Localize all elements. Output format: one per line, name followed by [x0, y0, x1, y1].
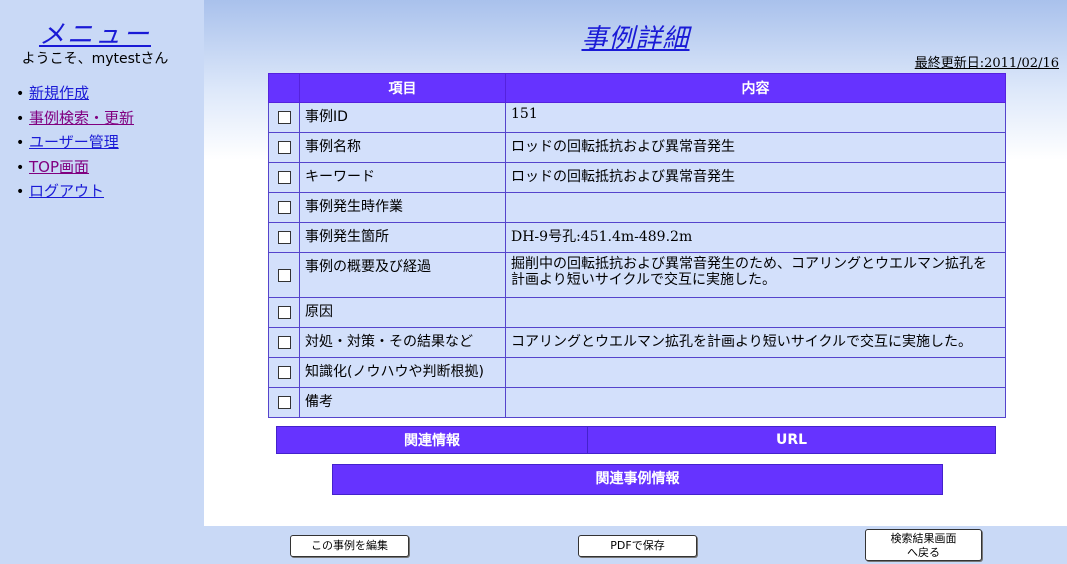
row-content: 掘削中の回転抵抗および異常音発生のため、コアリングとウエルマン拡孔を計画より短い… [505, 252, 1006, 298]
row-content [505, 192, 1006, 223]
row-checkbox[interactable] [277, 231, 291, 244]
row-checkbox-cell [268, 132, 300, 163]
checkbox-header [268, 73, 300, 103]
page-title: 事例詳細 [581, 24, 690, 54]
row-content: コアリングとウエルマン拡孔を計画より短いサイクルで交互に実施した。 [505, 327, 1006, 358]
row-item: 備考 [299, 387, 506, 418]
sidebar: メニュー ようこそ、mytestさん • 新規作成 • 事例検索・更新 • ユーザー管… [0, 0, 204, 526]
row-content: 151 [505, 102, 1006, 133]
back-to-results-button[interactable]: 検索結果画面 へ戻る [865, 529, 982, 561]
main-content: 事例詳細 最終更新日:2011/02/16 項目 内容 事例ID 151 事例名… [204, 0, 1067, 526]
related-info-header: 関連情報 [276, 426, 588, 454]
menu-item-new: • 新規作成 [16, 82, 134, 107]
related-header-row: 関連情報 URL [276, 426, 996, 454]
save-pdf-button[interactable]: PDFで保存 [578, 535, 697, 557]
table-row: 事例ID 151 [268, 102, 1006, 133]
row-checkbox-cell [268, 102, 300, 133]
menu-item-users: • ユーザー管理 [16, 131, 134, 156]
table-row: キーワード ロッドの回転抵抗および異常音発生 [268, 162, 1006, 193]
table-row: 原因 [268, 297, 1006, 328]
row-item: 原因 [299, 297, 506, 328]
table-row: 事例名称 ロッドの回転抵抗および異常音発生 [268, 132, 1006, 163]
welcome-text: ようこそ、mytestさん [21, 51, 169, 67]
row-checkbox[interactable] [277, 306, 291, 319]
content-header: 内容 [505, 73, 1006, 103]
row-content [505, 357, 1006, 388]
row-checkbox[interactable] [277, 336, 291, 349]
menu-item-top: • TOP画面 [16, 156, 134, 181]
table-row: 備考 [268, 387, 1006, 418]
row-checkbox[interactable] [277, 171, 291, 184]
menu-title: メニュー [38, 20, 151, 50]
row-checkbox[interactable] [277, 268, 291, 282]
table-row: 事例発生時作業 [268, 192, 1006, 223]
row-checkbox[interactable] [277, 141, 291, 154]
row-checkbox-cell [268, 192, 300, 223]
item-header: 項目 [299, 73, 506, 103]
bullet-icon: • [16, 110, 25, 127]
row-checkbox-cell [268, 252, 300, 298]
last-updated-date: 最終更新日:2011/02/16 [914, 56, 1059, 71]
table-row: 知識化(ノウハウや判断根拠) [268, 357, 1006, 388]
table-row: 事例の概要及び経過 掘削中の回転抵抗および異常音発生のため、コアリングとウエルマ… [268, 252, 1006, 298]
menu-link-logout[interactable]: ログアウト [29, 182, 104, 200]
menu-item-logout: • ログアウト [16, 180, 134, 205]
back-button-line1: 検索結果画面 [890, 532, 957, 545]
back-button-line2: へ戻る [907, 546, 940, 559]
bullet-icon: • [16, 135, 25, 151]
row-item: 事例ID [299, 102, 506, 133]
bullet-icon: • [16, 184, 25, 200]
edit-case-button[interactable]: この事例を編集 [290, 535, 409, 557]
table-row: 対処・対策・その結果など コアリングとウエルマン拡孔を計画より短いサイクルで交互… [268, 327, 1006, 358]
row-content [505, 297, 1006, 328]
row-checkbox-cell [268, 222, 300, 253]
row-content [505, 387, 1006, 418]
menu-item-search: • 事例検索・更新 [16, 107, 134, 132]
case-detail-table: 項目 内容 事例ID 151 事例名称 ロッドの回転抵抗および異常音発生 キーワ… [268, 73, 1006, 418]
row-item: キーワード [299, 162, 506, 193]
related-info-table: 関連情報 URL [276, 426, 996, 454]
row-checkbox[interactable] [277, 396, 291, 409]
row-content: DH-9号孔:451.4m-489.2m [505, 222, 1006, 253]
related-cases-header: 関連事例情報 [332, 464, 943, 495]
row-item: 対処・対策・その結果など [299, 327, 506, 358]
row-item: 事例名称 [299, 132, 506, 163]
row-item: 事例の概要及び経過 [299, 252, 506, 298]
menu-link-users[interactable]: ユーザー管理 [29, 133, 119, 151]
bullet-icon: • [16, 159, 25, 176]
row-checkbox[interactable] [277, 366, 291, 379]
row-item: 事例発生時作業 [299, 192, 506, 223]
row-content: ロッドの回転抵抗および異常音発生 [505, 132, 1006, 163]
row-content: ロッドの回転抵抗および異常音発生 [505, 162, 1006, 193]
table-header-row: 項目 内容 [268, 73, 1006, 103]
menu-list: • 新規作成 • 事例検索・更新 • ユーザー管理 • TOP画面 • ログアウト [16, 82, 134, 205]
row-checkbox-cell [268, 297, 300, 328]
menu-link-new[interactable]: 新規作成 [29, 84, 89, 102]
row-item: 事例発生箇所 [299, 222, 506, 253]
row-item: 知識化(ノウハウや判断根拠) [299, 357, 506, 388]
url-header: URL [587, 426, 996, 454]
row-checkbox[interactable] [277, 111, 291, 124]
row-checkbox-cell [268, 357, 300, 388]
row-checkbox-cell [268, 162, 300, 193]
menu-link-top[interactable]: TOP画面 [29, 158, 89, 176]
row-checkbox-cell [268, 327, 300, 358]
menu-link-search[interactable]: 事例検索・更新 [29, 109, 134, 127]
row-checkbox-cell [268, 387, 300, 418]
bullet-icon: • [16, 86, 25, 102]
row-checkbox[interactable] [277, 201, 291, 214]
table-row: 事例発生箇所 DH-9号孔:451.4m-489.2m [268, 222, 1006, 253]
